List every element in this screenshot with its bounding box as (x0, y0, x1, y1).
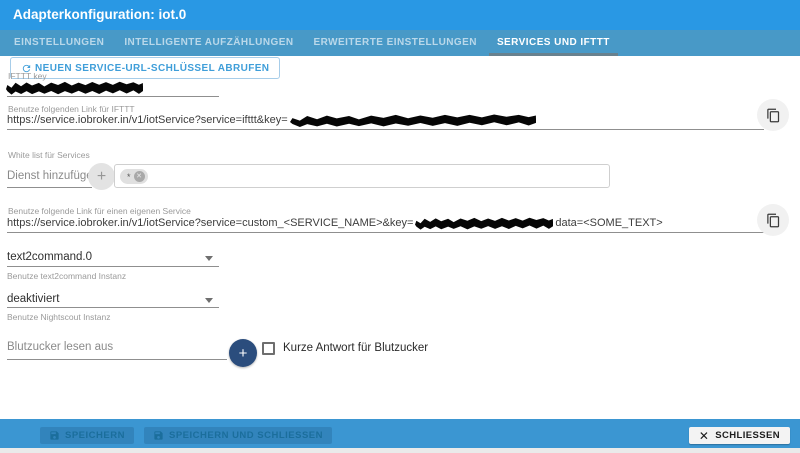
ifttt-link-key-redacted (290, 113, 536, 128)
whitelist-chip-text: * (127, 172, 131, 182)
ifttt-key-redacted-value[interactable] (6, 81, 143, 96)
add-service-input[interactable] (7, 170, 97, 182)
tab-services-und-ifttt[interactable]: SERVICES UND IFTTT (487, 30, 620, 56)
kurze-antwort-label: Kurze Antwort für Blutzucker (283, 342, 428, 354)
blutzucker-underline (7, 359, 227, 360)
plus-icon: + (239, 345, 248, 362)
whitelist-label: White list für Services (8, 150, 90, 160)
close-button[interactable]: ✕ SCHLIESSEN (689, 427, 790, 444)
tab-intelligente-aufzaehlungen[interactable]: INTELLIGENTE AUFZÄHLUNGEN (114, 30, 303, 56)
tab-bar: EINSTELLUNGEN INTELLIGENTE AUFZÄHLUNGEN … (0, 30, 800, 56)
footer-bar: SPEICHERN SPEICHERN UND SCHLIESSEN ✕ SCH… (0, 419, 800, 448)
ifttt-link-field[interactable]: https://service.iobroker.in/v1/iotServic… (7, 112, 538, 128)
custom-link-underline (7, 232, 764, 233)
ifttt-key-underline (7, 96, 219, 97)
copy-icon (766, 108, 781, 123)
dialog-title: Adapterkonfiguration: iot.0 (0, 0, 800, 30)
blutzucker-add-button[interactable]: + (229, 339, 257, 367)
close-button-label: SCHLIESSEN (715, 430, 780, 441)
chevron-down-icon[interactable] (205, 298, 213, 303)
close-icon: ✕ (699, 429, 709, 443)
whitelist-chip: * ✕ (120, 169, 148, 184)
chevron-down-icon[interactable] (205, 256, 213, 261)
get-new-service-url-key-label: NEUEN SERVICE-URL-SCHLÜSSEL ABRUFEN (35, 63, 269, 74)
nightscout-underline (7, 307, 219, 308)
save-and-close-button[interactable]: SPEICHERN UND SCHLIESSEN (144, 427, 332, 444)
plus-icon: + (97, 168, 106, 186)
tab-einstellungen[interactable]: EINSTELLUNGEN (4, 30, 114, 56)
add-service-button[interactable]: + (88, 163, 115, 190)
kurze-antwort-checkbox[interactable] (262, 342, 275, 355)
text2command-underline (7, 266, 219, 267)
ifttt-key-label: IFTTT key (8, 71, 47, 81)
add-service-underline (7, 187, 92, 188)
save-icon (153, 430, 164, 441)
text2command-helper: Benutze text2command Instanz (7, 271, 126, 281)
copy-icon (766, 213, 781, 228)
save-and-close-button-label: SPEICHERN UND SCHLIESSEN (169, 430, 323, 441)
nightscout-helper: Benutze Nightscout Instanz (7, 312, 110, 322)
ifttt-link-underline (7, 129, 764, 130)
bottom-strip (0, 448, 800, 453)
save-button[interactable]: SPEICHERN (40, 427, 134, 444)
adapter-config-dialog: Adapterkonfiguration: iot.0 EINSTELLUNGE… (0, 0, 800, 453)
text2command-select[interactable]: text2command.0 (7, 251, 92, 263)
custom-link-key-redacted (415, 216, 553, 230)
save-icon (49, 430, 60, 441)
save-button-label: SPEICHERN (65, 430, 125, 441)
custom-link-prefix: https://service.iobroker.in/v1/iotServic… (7, 217, 413, 229)
chip-delete-icon[interactable]: ✕ (134, 171, 145, 182)
whitelist-chip-container: * ✕ (114, 164, 610, 188)
ifttt-link-prefix: https://service.iobroker.in/v1/iotServic… (7, 114, 288, 126)
nightscout-select[interactable]: deaktiviert (7, 293, 59, 305)
tab-erweiterte-einstellungen[interactable]: ERWEITERTE EINSTELLUNGEN (304, 30, 487, 56)
custom-link-field[interactable]: https://service.iobroker.in/v1/iotServic… (7, 215, 663, 231)
get-new-service-url-key-button[interactable]: NEUEN SERVICE-URL-SCHLÜSSEL ABRUFEN (10, 57, 280, 79)
copy-custom-link-button[interactable] (757, 204, 789, 236)
blutzucker-input[interactable] (7, 341, 222, 353)
custom-link-suffix: data=<SOME_TEXT> (555, 217, 662, 229)
copy-ifttt-link-button[interactable] (757, 99, 789, 131)
